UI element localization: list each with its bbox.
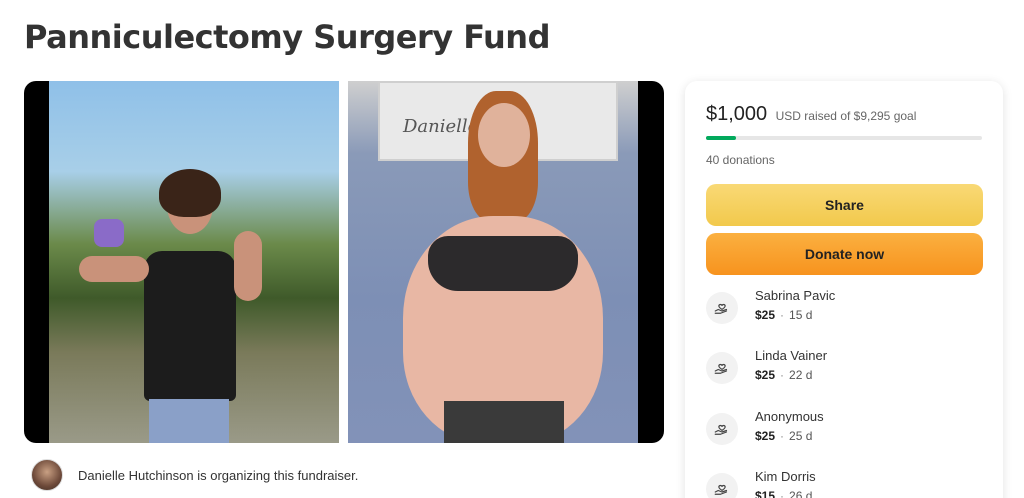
- share-button[interactable]: Share: [706, 184, 983, 226]
- donor-item: Linda Vainer $25 · 22 d: [706, 348, 982, 392]
- photo-divider: [339, 81, 348, 443]
- donor-time: 22 d: [789, 368, 813, 382]
- donor-name: Sabrina Pavic: [755, 288, 836, 303]
- goal-text: USD raised of $9,295 goal: [775, 109, 917, 123]
- donor-meta: $25 · 22 d: [755, 368, 813, 382]
- after-photo: Danielle Ryan: [348, 81, 638, 443]
- avatar[interactable]: [31, 459, 63, 491]
- heart-hand-icon: [706, 473, 738, 498]
- donor-meta: $25 · 25 d: [755, 429, 813, 443]
- organizer-row: Danielle Hutchinson is organizing this f…: [31, 459, 358, 491]
- donor-time: 25 d: [789, 429, 813, 443]
- donor-name: Linda Vainer: [755, 348, 828, 363]
- donor-item: Sabrina Pavic $25 · 15 d: [706, 288, 982, 332]
- donor-name: Anonymous: [755, 409, 824, 424]
- donor-name: Kim Dorris: [755, 469, 816, 484]
- raised-summary: $1,000 USD raised of $9,295 goal: [706, 103, 916, 126]
- donor-item: Anonymous $25 · 25 d: [706, 409, 982, 453]
- donate-now-button[interactable]: Donate now: [706, 233, 983, 275]
- donation-card: $1,000 USD raised of $9,295 goal 40 dona…: [685, 81, 1003, 498]
- donor-time: 15 d: [789, 308, 813, 322]
- organizer-text: Danielle Hutchinson is organizing this f…: [78, 467, 359, 483]
- donor-amount: $25: [755, 368, 776, 382]
- heart-hand-icon: [706, 352, 738, 384]
- before-photo: [49, 81, 339, 443]
- donor-amount: $15: [755, 489, 776, 498]
- donor-meta: $25 · 15 d: [755, 308, 813, 322]
- fundraiser-photo[interactable]: Danielle Ryan: [24, 81, 664, 443]
- raised-amount: $1,000: [706, 103, 768, 125]
- donor-time: 26 d: [789, 489, 813, 498]
- donor-item: Kim Dorris $15 · 26 d: [706, 469, 982, 498]
- donor-amount: $25: [755, 308, 776, 322]
- donor-meta: $15 · 26 d: [755, 489, 812, 498]
- progress-bar: [706, 136, 982, 140]
- page-title: Panniculectomy Surgery Fund: [24, 18, 550, 56]
- donor-amount: $25: [755, 429, 776, 443]
- heart-hand-icon: [706, 413, 738, 445]
- heart-hand-icon: [706, 292, 738, 324]
- donation-count: 40 donations: [706, 153, 775, 167]
- progress-fill: [706, 136, 736, 140]
